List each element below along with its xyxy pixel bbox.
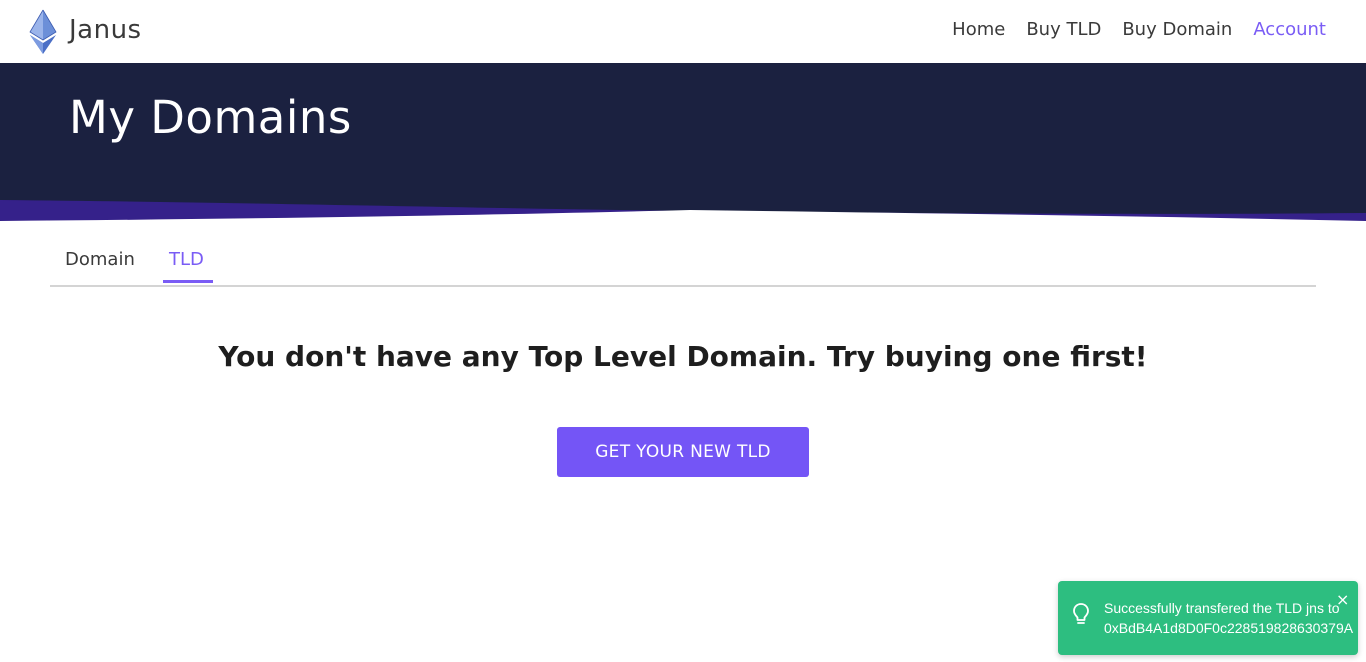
brand-name[interactable]: Janus [69,15,142,45]
page-title: My Domains [69,91,352,144]
tab-domain[interactable]: Domain [65,249,135,270]
empty-state-message: You don't have any Top Level Domain. Try… [218,340,1148,373]
nav-link-account[interactable]: Account [1253,19,1326,40]
page-header-banner: My Domains [0,63,1366,223]
success-toast: Successfully transfered the TLD jns to 0… [1058,581,1358,655]
toast-message-line2: 0xBdB4A1d8D0F0c228519828630379A [1104,620,1354,636]
nav-menu: Home Buy TLD Buy Domain Account [931,19,1326,40]
nav-link-buy-tld[interactable]: Buy TLD [1026,19,1101,40]
ethereum-diamond-icon[interactable] [28,9,58,55]
lightbulb-icon [1073,603,1089,624]
top-navbar: Janus Home Buy TLD Buy Domain Account [0,0,1366,63]
active-tab-indicator [163,280,213,283]
get-new-tld-button[interactable]: GET YOUR NEW TLD [557,427,809,477]
nav-link-buy-domain[interactable]: Buy Domain [1122,19,1232,40]
domain-type-tabs: Domain TLD [50,245,1316,287]
toast-message-line1: Successfully transfered the TLD jns to [1104,600,1340,616]
close-icon[interactable]: × [1336,592,1349,608]
toast-message: Successfully transfered the TLD jns to 0… [1104,598,1353,638]
nav-link-home[interactable]: Home [952,19,1005,40]
tab-tld[interactable]: TLD [169,249,204,270]
